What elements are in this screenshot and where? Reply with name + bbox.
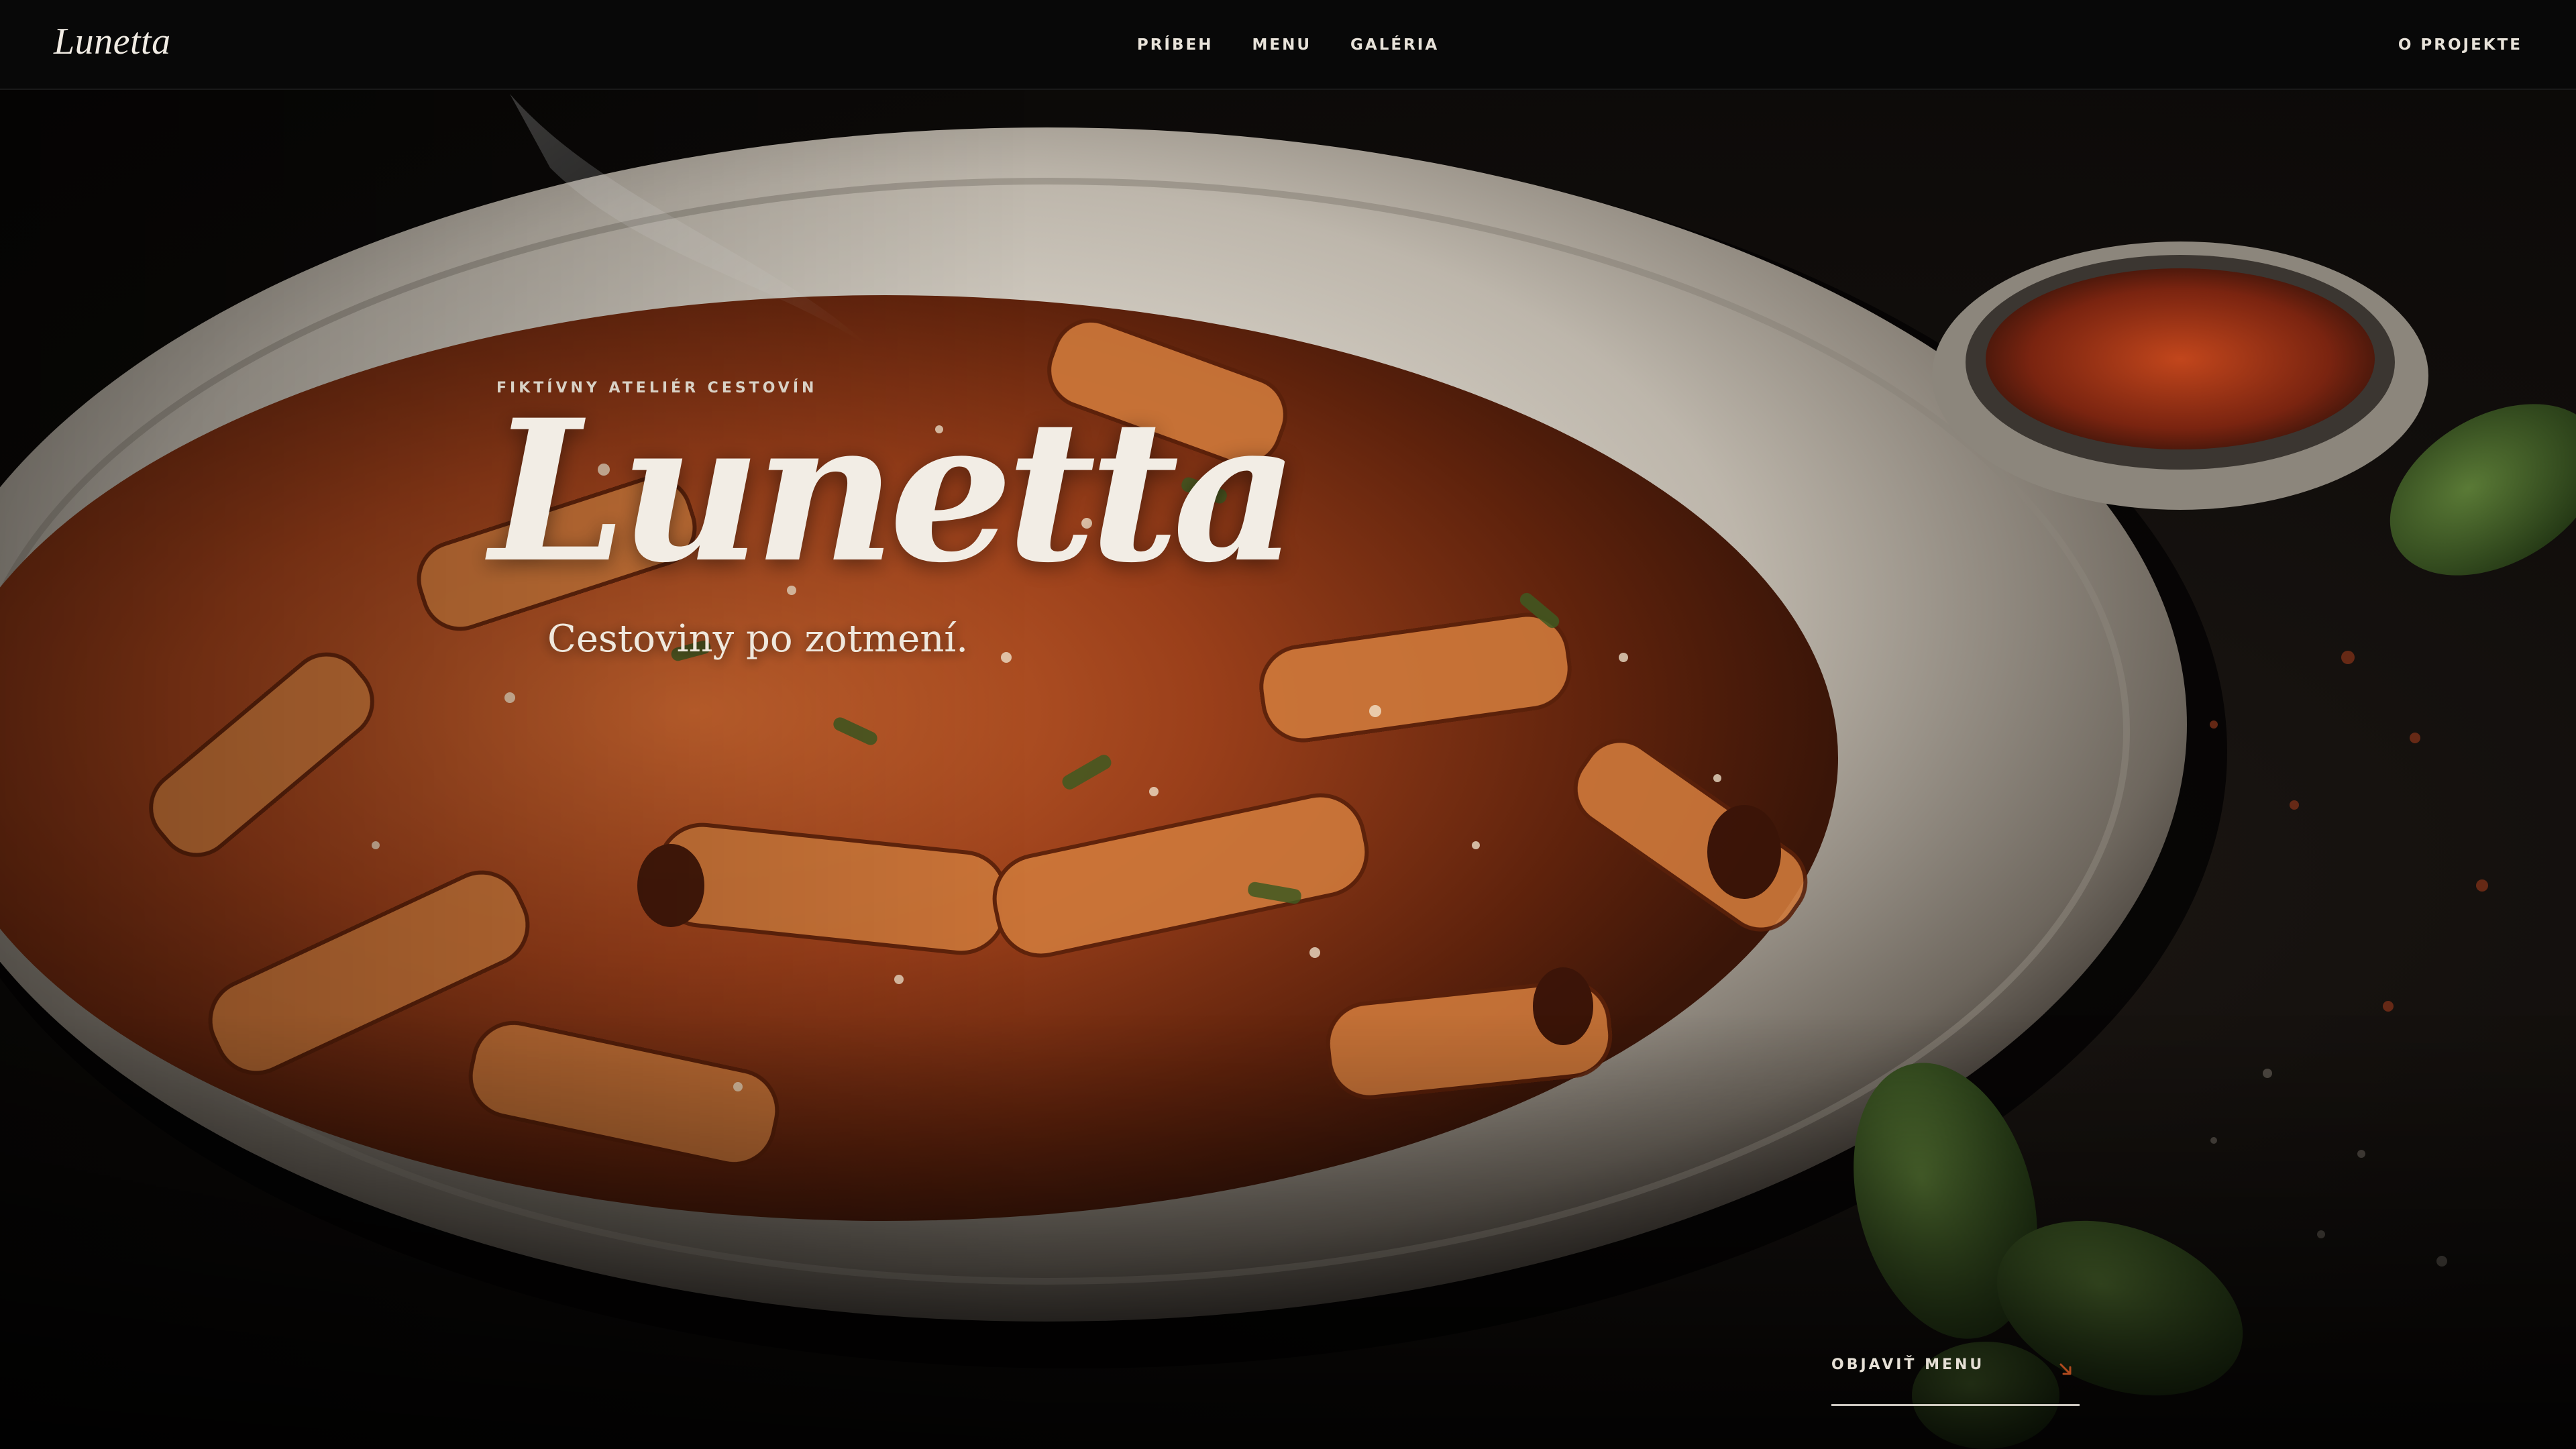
pasta-bowl-photo — [0, 94, 2576, 1449]
arrow-down-right-icon — [2059, 1363, 2072, 1375]
nav-link-menu[interactable]: MENU — [1252, 36, 1311, 54]
hero-title: Lunetta — [490, 378, 1299, 606]
discover-menu-label: OBJAVIŤ MENU — [1831, 1356, 1985, 1373]
main-nav: PRÍBEH MENU GALÉRIA — [0, 0, 2576, 90]
hero-background-image — [0, 0, 2576, 1449]
hero-subtitle: Cestoviny po zotmení. — [547, 617, 969, 661]
nav-link-pribeh[interactable]: PRÍBEH — [1137, 36, 1214, 54]
discover-menu-button[interactable]: OBJAVIŤ MENU — [1831, 1356, 2080, 1406]
top-navigation-bar: Lunetta PRÍBEH MENU GALÉRIA O PROJEKTE — [0, 0, 2576, 90]
nav-link-galeria[interactable]: GALÉRIA — [1350, 36, 1439, 54]
nav-right: O PROJEKTE — [2398, 0, 2522, 90]
nav-link-o-projekte[interactable]: O PROJEKTE — [2398, 36, 2522, 54]
